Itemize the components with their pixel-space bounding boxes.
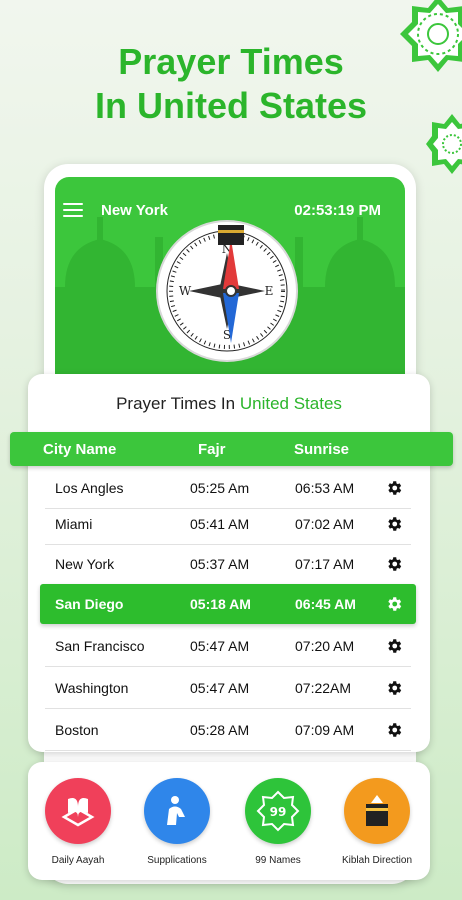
- table-row[interactable]: San Diego 05:18 AM 06:45 AM: [40, 584, 416, 624]
- feature-label: Supplications: [147, 855, 207, 866]
- table-row[interactable]: Miami 05:41 AM 07:02 AM: [45, 504, 411, 545]
- svg-text:E: E: [265, 284, 274, 298]
- current-city: New York: [101, 202, 168, 219]
- row-sunrise-time: 07:22AM: [295, 680, 352, 696]
- table-row[interactable]: Boston 05:28 AM 07:09 AM: [45, 710, 411, 751]
- row-sunrise-time: 06:45 AM: [295, 596, 356, 612]
- row-city: Los Angles: [55, 480, 124, 496]
- feature-99-names[interactable]: 99 99 Names: [228, 778, 328, 866]
- praying-hands-icon: [144, 778, 210, 844]
- row-city: San Diego: [55, 596, 124, 612]
- feature-label: Daily Aayah: [51, 855, 105, 866]
- row-city: New York: [55, 556, 115, 572]
- row-fajr-time: 05:25 Am: [190, 480, 250, 496]
- gear-icon[interactable]: [385, 479, 403, 497]
- gear-icon[interactable]: [385, 595, 403, 613]
- table-row[interactable]: San Francisco 05:47 AM 07:20 AM: [45, 626, 411, 667]
- column-header-city: City Name: [43, 441, 117, 458]
- card-title: Prayer Times In United States: [116, 394, 342, 413]
- feature-kiblah-direction[interactable]: Kiblah Direction: [327, 778, 427, 866]
- table-header: City Name Fajr Sunrise: [10, 432, 453, 466]
- feature-daily-aayah[interactable]: Daily Aayah: [28, 778, 128, 866]
- ornament-icon: [426, 114, 462, 174]
- row-fajr-time: 05:28 AM: [190, 722, 250, 738]
- row-fajr-time: 05:47 AM: [190, 638, 250, 654]
- gear-icon[interactable]: [385, 679, 403, 697]
- table-row[interactable]: Washington 05:47 AM 07:22AM: [45, 668, 411, 709]
- row-fajr-time: 05:41 AM: [190, 516, 250, 532]
- row-sunrise-time: 07:02 AM: [295, 516, 355, 532]
- feature-supplications[interactable]: Supplications: [127, 778, 227, 866]
- kaaba-icon: [344, 778, 410, 844]
- row-sunrise-time: 07:17 AM: [295, 556, 355, 572]
- row-city: San Francisco: [55, 638, 145, 654]
- svg-text:99: 99: [270, 805, 287, 819]
- quran-icon: [45, 778, 111, 844]
- headline-line-1: Prayer Times: [118, 41, 344, 82]
- feature-label: 99 Names: [255, 855, 301, 866]
- app-header: New York 02:53:19 PM N S W E: [55, 177, 405, 377]
- row-city: Washington: [55, 680, 129, 696]
- headline-line-2: In United States: [94, 85, 368, 126]
- gear-icon[interactable]: [385, 515, 403, 533]
- 99-names-icon: 99: [245, 778, 311, 844]
- row-fajr-time: 05:47 AM: [190, 680, 250, 696]
- row-sunrise-time: 07:09 AM: [295, 722, 355, 738]
- gear-icon[interactable]: [385, 637, 403, 655]
- gear-icon[interactable]: [385, 721, 403, 739]
- column-header-fajr: Fajr: [198, 441, 226, 458]
- row-sunrise-time: 07:20 AM: [295, 638, 355, 654]
- menu-icon[interactable]: [63, 203, 83, 219]
- feature-label: Kiblah Direction: [341, 855, 413, 866]
- row-fajr-time: 05:18 AM: [190, 596, 251, 612]
- gear-icon[interactable]: [385, 555, 403, 573]
- compass-icon: N S W E: [156, 220, 298, 362]
- ornament-icon: [400, 0, 462, 72]
- row-city: Boston: [55, 722, 99, 738]
- table-row[interactable]: New York 05:37 AM 07:17 AM: [45, 544, 411, 585]
- country-name: United States: [239, 394, 342, 413]
- row-fajr-time: 05:37 AM: [190, 556, 250, 572]
- row-sunrise-time: 06:53 AM: [295, 480, 355, 496]
- row-city: Miami: [55, 516, 93, 532]
- column-header-sunrise: Sunrise: [294, 441, 350, 458]
- table-row[interactable]: Los Angles 05:25 Am 06:53 AM: [45, 468, 411, 509]
- current-time: 02:53:19 PM: [294, 202, 381, 219]
